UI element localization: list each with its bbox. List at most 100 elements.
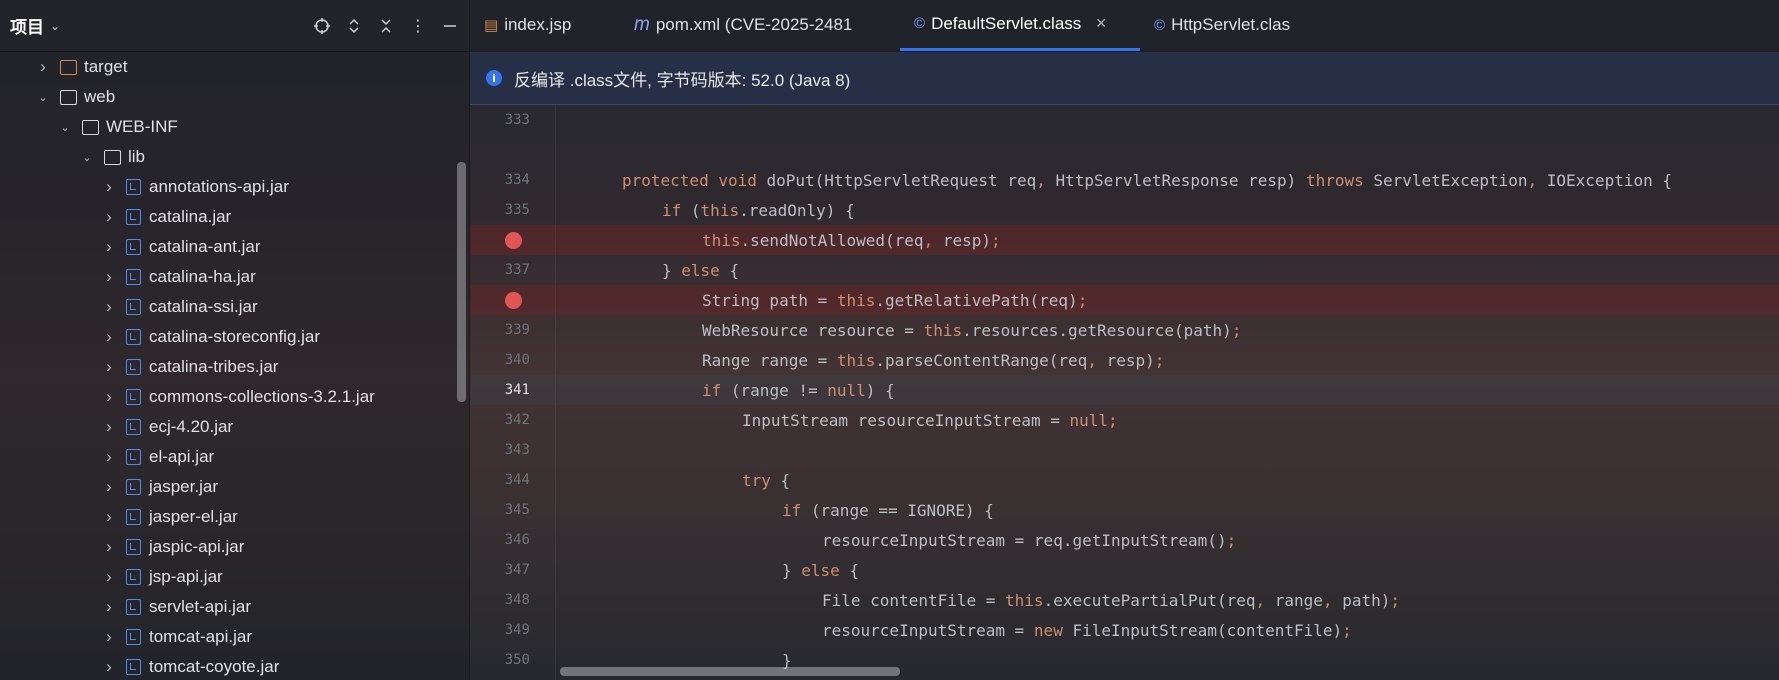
jar-tree-item[interactable]: › jasper-el.jar [0, 502, 469, 532]
chevron-right-icon[interactable]: › [102, 657, 116, 676]
project-tree-scrollbar[interactable] [457, 162, 466, 402]
jar-tree-item[interactable]: › servlet-api.jar [0, 592, 469, 622]
jar-tree-item[interactable]: › tomcat-api.jar [0, 622, 469, 652]
jar-tree-item[interactable]: › tomcat-coyote.jar [0, 652, 469, 680]
jar-tree-item[interactable]: › annotations-api.jar [0, 172, 469, 202]
jar-tree-item[interactable]: › commons-collections-3.2.1.jar [0, 382, 469, 412]
chevron-right-icon[interactable]: › [102, 417, 116, 436]
code-line[interactable]: 345 if (range == IGNORE) { [470, 495, 1779, 525]
chevron-down-icon[interactable]: ⌄ [80, 150, 94, 164]
chevron-down-icon[interactable]: ⌄ [58, 120, 72, 134]
chevron-right-icon[interactable]: › [102, 357, 116, 376]
chevron-right-icon[interactable]: › [36, 57, 50, 76]
chevron-right-icon[interactable]: › [102, 237, 116, 256]
code-line[interactable]: String path = this.getRelativePath(req); [470, 285, 1779, 315]
chevron-right-icon[interactable]: › [102, 627, 116, 646]
code-line[interactable]: 343 [470, 435, 1779, 465]
code-line[interactable]: 348 File contentFile = this.executePartia… [470, 585, 1779, 615]
code-line[interactable]: 344 try { [470, 465, 1779, 495]
chevron-right-icon[interactable]: › [102, 267, 116, 286]
editor-area: ▤ index.jsp m pom.xml (CVE-2025-2481 © Defaul… [470, 0, 1779, 680]
code-line[interactable] [470, 135, 1779, 165]
chevron-right-icon[interactable]: › [102, 537, 116, 556]
chevron-right-icon[interactable]: › [102, 597, 116, 616]
chevron-right-icon[interactable]: › [102, 207, 116, 226]
project-panel-title[interactable]: 项目 [10, 13, 44, 38]
jar-icon [126, 389, 141, 405]
code-token: .getRelativePath(req) [875, 290, 1078, 310]
project-panel-actions: ⋮ [313, 17, 459, 35]
code-editor[interactable]: 333 334 protected void doPut(HttpServletRe… [470, 105, 1779, 680]
jar-tree-item[interactable]: › catalina-ssi.jar [0, 292, 469, 322]
jar-tree-item[interactable]: › catalina-tribes.jar [0, 352, 469, 382]
chevron-right-icon[interactable]: › [102, 567, 116, 586]
code-token: } [662, 260, 682, 280]
breakpoint-icon[interactable] [505, 232, 522, 249]
jar-tree-item[interactable]: › jaspic-api.jar [0, 532, 469, 562]
code-line[interactable]: 334 protected void doPut(HttpServletReque… [470, 165, 1779, 195]
editor-tab[interactable]: © DefaultServlet.class ✕ [900, 0, 1140, 51]
jar-tree-item[interactable]: › catalina-ant.jar [0, 232, 469, 262]
code-text: Range range = this.parseContentRange(req… [702, 351, 1164, 370]
code-line[interactable]: 341 if (range != null) { [470, 375, 1779, 405]
expand-all-icon[interactable] [345, 17, 363, 35]
code-line[interactable]: 349 resourceInputStream = new FileInputSt… [470, 615, 1779, 645]
jar-tree-item[interactable]: › catalina.jar [0, 202, 469, 232]
ide-window: 项目 ⌄ ⋮ › target ⌄ web ⌄ WEB-INF ⌄ lib › annotatio… [0, 0, 1779, 680]
folder-tree-item[interactable]: › target [0, 52, 469, 82]
more-options-icon[interactable]: ⋮ [409, 17, 427, 35]
chevron-right-icon[interactable]: › [102, 327, 116, 346]
tree-item-label: catalina-ha.jar [149, 267, 256, 286]
editor-tab[interactable]: © HttpServlet.clas [1140, 0, 1310, 51]
code-token: resp) [1106, 350, 1155, 370]
jar-tree-item[interactable]: › jasper.jar [0, 472, 469, 502]
jar-tree-item[interactable]: › el-api.jar [0, 442, 469, 472]
chevron-right-icon[interactable]: › [102, 297, 116, 316]
code-token: .sendNotAllowed(req [740, 230, 924, 250]
code-line[interactable]: 335 if (this.readOnly) { [470, 195, 1779, 225]
code-text: } else { [782, 561, 859, 580]
tree-item-label: catalina-storeconfig.jar [149, 327, 321, 346]
close-icon[interactable]: ✕ [1095, 15, 1107, 32]
code-line[interactable]: 347} else { [470, 555, 1779, 585]
code-line[interactable]: 337} else { [470, 255, 1779, 285]
line-number: 339 [504, 322, 530, 338]
folder-tree-item[interactable]: ⌄ WEB-INF [0, 112, 469, 142]
chevron-right-icon[interactable]: › [102, 387, 116, 406]
horizontal-scrollbar[interactable] [560, 667, 900, 676]
code-line[interactable]: 342 InputStream resourceInputStream = nul… [470, 405, 1779, 435]
keyword-token: , [1322, 590, 1343, 610]
tree-item-label: tomcat-api.jar [149, 627, 252, 646]
code-line[interactable]: 346 resourceInputStream = req.getInputStr… [470, 525, 1779, 555]
chevron-right-icon[interactable]: › [102, 507, 116, 526]
chevron-right-icon[interactable]: › [102, 447, 116, 466]
chevron-down-icon[interactable]: ⌄ [36, 90, 50, 104]
locate-icon[interactable] [313, 17, 331, 35]
code-line[interactable]: 339 WebResource resource = this.resources… [470, 315, 1779, 345]
jar-tree-item[interactable]: › catalina-storeconfig.jar [0, 322, 469, 352]
editor-tab[interactable]: ▤ index.jsp [470, 0, 620, 51]
keyword-token: this [923, 320, 963, 340]
code-token: { [849, 560, 860, 580]
editor-tab[interactable]: m pom.xml (CVE-2025-2481 [620, 0, 900, 51]
keyword-token: else [801, 560, 850, 580]
code-line[interactable]: 340 Range range = this.parseContentRange(… [470, 345, 1779, 375]
breakpoint-icon[interactable] [505, 292, 522, 309]
code-line[interactable]: 333 [470, 105, 1779, 135]
code-token: doPut(HttpServletRequest req [766, 170, 1037, 190]
chevron-right-icon[interactable]: › [102, 177, 116, 196]
jar-tree-item[interactable]: › ecj-4.20.jar [0, 412, 469, 442]
folder-tree-item[interactable]: ⌄ lib [0, 142, 469, 172]
code-line[interactable]: this.sendNotAllowed(req, resp); [470, 225, 1779, 255]
keyword-token: else [681, 260, 730, 280]
chevron-down-icon[interactable]: ⌄ [50, 19, 60, 33]
hide-panel-icon[interactable] [441, 17, 459, 35]
maven-icon: m [634, 14, 650, 35]
code-token: (range != [730, 380, 828, 400]
jar-tree-item[interactable]: › jsp-api.jar [0, 562, 469, 592]
folder-tree-item[interactable]: ⌄ web [0, 82, 469, 112]
jar-icon [126, 329, 141, 345]
collapse-all-icon[interactable] [377, 17, 395, 35]
chevron-right-icon[interactable]: › [102, 477, 116, 496]
jar-tree-item[interactable]: › catalina-ha.jar [0, 262, 469, 292]
